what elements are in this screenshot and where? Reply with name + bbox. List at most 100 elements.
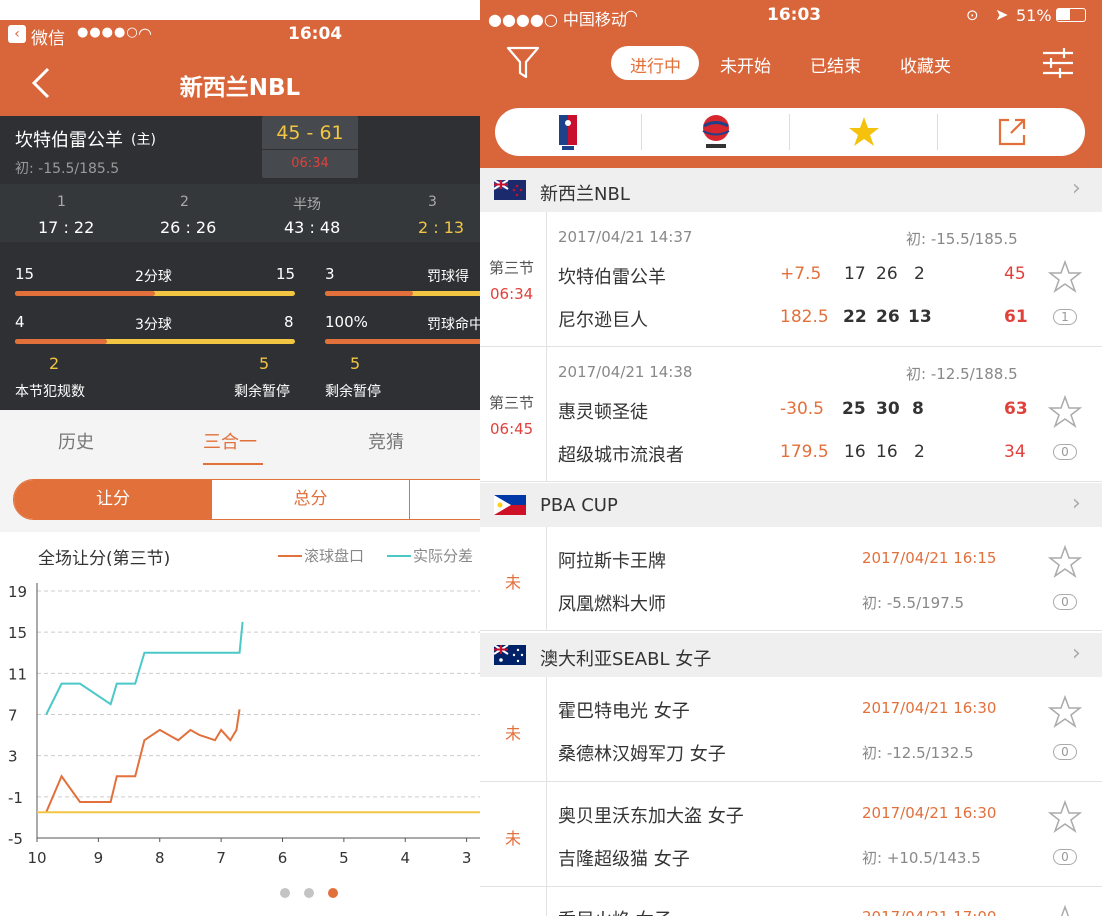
game-period: 第三节	[489, 259, 535, 277]
external-link-icon[interactable]	[997, 117, 1027, 147]
segment-total[interactable]: 总分	[212, 480, 410, 519]
back-app-label[interactable]: 微信	[31, 24, 65, 49]
cba-logo-icon[interactable]	[701, 114, 731, 150]
favorite-star-icon[interactable]	[1048, 905, 1082, 916]
home-team: 乔尼火焰 女子	[558, 906, 672, 916]
game-status: 未	[505, 573, 522, 592]
favorite-star-icon[interactable]	[1048, 545, 1082, 579]
page-dot[interactable]	[328, 888, 338, 898]
header: ●●●●○ 中国移动 ◠ 16:03 ⊙ ➤ 51% 进行中 未开始 已结束 收…	[480, 0, 1102, 96]
left-screen: ‹ 微信 ●●●●○ ◠ 16:04 新西兰NBL 坎特伯雷公羊 (主) 初: …	[0, 0, 480, 916]
status-time: 16:03	[767, 5, 822, 25]
tab-indicator	[203, 463, 263, 465]
start-time: 2017/04/21 17:00	[862, 908, 996, 916]
favorite-star-icon[interactable]	[1048, 695, 1082, 729]
comment-count: 0	[1053, 444, 1077, 460]
period-label: 半场	[293, 197, 321, 213]
favorite-star-icon[interactable]	[1048, 260, 1082, 294]
tab-favorites[interactable]: 收藏夹	[900, 52, 951, 77]
period-score: 43 : 48	[284, 218, 341, 237]
team-name: 坎特伯雷公羊	[15, 130, 123, 151]
favorite-star-icon[interactable]	[1048, 395, 1082, 429]
stat-bar	[325, 291, 480, 296]
home-quarter: 30	[876, 399, 900, 419]
start-time: 2017/04/21 16:30	[862, 804, 997, 822]
y-tick-label: -5	[8, 830, 23, 848]
tab-finished[interactable]: 已结束	[810, 52, 861, 77]
league-name: PBA CUP	[540, 495, 618, 516]
league-header[interactable]: 新西兰NBL ›	[480, 168, 1102, 212]
series-line	[45, 621, 244, 715]
game-status: 未	[505, 724, 522, 743]
tab-three-in-one[interactable]: 三合一	[203, 428, 257, 454]
comment-count: 1	[1053, 309, 1077, 325]
y-tick-label: -1	[8, 789, 23, 807]
page-dot[interactable]	[304, 888, 314, 898]
chevron-right-icon: ›	[1072, 641, 1081, 666]
segment-control: 让分 总分	[0, 466, 480, 532]
carrier: ●●●●○ 中国移动	[488, 10, 627, 29]
fouls-value: 2	[49, 354, 60, 373]
period-label: 2	[180, 194, 189, 210]
game-row[interactable]: 第三节 06:34 2017/04/21 14:37 初: -15.5/185.…	[480, 212, 1102, 347]
away-quarter: 16	[876, 442, 898, 462]
quick-filter-bar	[480, 96, 1102, 168]
league-header[interactable]: 澳大利亚SEABL 女子 ›	[480, 633, 1102, 677]
right-screen: ●●●●○ 中国移动 ◠ 16:03 ⊙ ➤ 51% 进行中 未开始 已结束 收…	[480, 0, 1102, 916]
x-tick-label: 3	[462, 849, 472, 867]
home-quarter: 25	[842, 399, 866, 419]
away-team: 吉隆超级猫 女子	[558, 849, 690, 870]
home-tag: (主)	[131, 132, 156, 148]
signal-dots: ●●●●○	[77, 25, 139, 40]
wifi-icon: ◠	[624, 6, 638, 25]
home-team: 阿拉斯卡王牌	[558, 551, 666, 572]
stat-bar	[325, 339, 480, 344]
away-quarter: 22	[843, 307, 867, 327]
favorite-star-icon[interactable]	[1048, 800, 1082, 834]
game-date: 2017/04/21 14:37	[558, 228, 693, 246]
home-quarter: 8	[912, 399, 924, 419]
status-bar: ‹ 微信 ●●●●○ ◠ 16:04	[0, 20, 480, 50]
score-box: 45 - 61 06:34	[262, 116, 358, 178]
league-name: 新西兰NBL	[540, 184, 630, 205]
away-team: 超级城市流浪者	[558, 445, 684, 466]
initial-odds: 初: -15.5/185.5	[15, 161, 120, 177]
away-quarter: 16	[844, 442, 866, 462]
home-team: 惠灵顿圣徒	[558, 402, 648, 423]
tab-history[interactable]: 历史	[58, 428, 94, 454]
back-app-icon[interactable]: ‹	[8, 25, 26, 43]
chevron-right-icon: ›	[1072, 176, 1081, 201]
filter-icon[interactable]	[506, 46, 540, 80]
game-row[interactable]: 未 阿拉斯卡王牌 凤凰燃料大师 2017/04/21 16:15 初: -5.5…	[480, 527, 1102, 631]
home-quarter: 2	[914, 264, 925, 284]
game-row[interactable]: 乔尼火焰 女子 2017/04/21 17:00	[480, 887, 1102, 916]
initial-odds: 初: -15.5/185.5	[906, 230, 1018, 248]
page-dot[interactable]	[280, 888, 290, 898]
home-quarter: 26	[876, 264, 898, 284]
settings-sliders-icon[interactable]	[1042, 47, 1074, 79]
initial-odds: 初: -12.5/188.5	[906, 365, 1018, 383]
game-row[interactable]: 未 奥贝里沃东加大盗 女子 吉隆超级猫 女子 2017/04/21 16:30 …	[480, 782, 1102, 887]
stat-bar	[15, 291, 295, 296]
away-total: 61	[1004, 307, 1028, 327]
score-text: 45 - 61	[276, 122, 344, 144]
tab-guess[interactable]: 竞猜	[368, 428, 404, 454]
nba-logo-icon[interactable]	[559, 115, 577, 151]
legend-swatch	[387, 555, 411, 557]
x-tick-label: 4	[400, 849, 410, 867]
stat-left: 15	[15, 265, 35, 283]
away-quarter: 2	[914, 442, 925, 462]
timeouts-label: 剩余暂停	[234, 384, 290, 400]
game-row[interactable]: 第三节 06:45 2017/04/21 14:38 初: -12.5/188.…	[480, 347, 1102, 482]
tab-upcoming[interactable]: 未开始	[720, 52, 771, 77]
wifi-icon: ◠	[138, 24, 152, 43]
top-blank	[0, 0, 480, 20]
league-header[interactable]: PBA CUP ›	[480, 483, 1102, 527]
x-tick-label: 7	[216, 849, 226, 867]
lock-rotation-icon: ⊙	[966, 6, 979, 24]
tab-live[interactable]: 进行中	[630, 52, 681, 77]
game-row[interactable]: 未 霍巴特电光 女子 桑德林汉姆军刀 女子 2017/04/21 16:30 初…	[480, 677, 1102, 782]
segment-spread[interactable]: 让分	[14, 480, 212, 519]
away-team: 桑德林汉姆军刀 女子	[558, 744, 726, 765]
star-icon[interactable]	[848, 116, 880, 148]
